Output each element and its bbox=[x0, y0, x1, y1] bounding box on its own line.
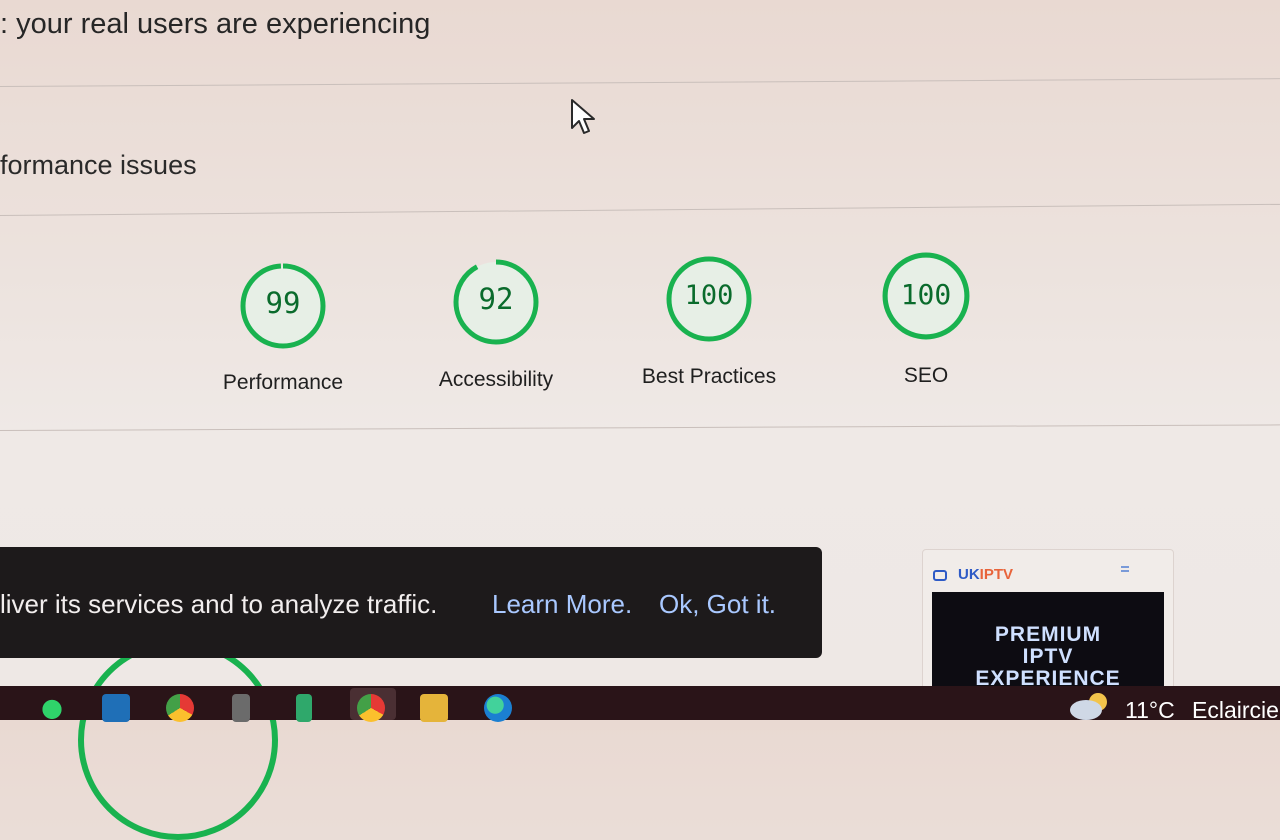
chrome-icon[interactable] bbox=[166, 694, 194, 722]
gauge-performance[interactable]: 99 Performance bbox=[223, 262, 343, 394]
ad-line: PREMIUM bbox=[994, 623, 1102, 646]
cookie-consent-banner: liver its services and to analyze traffi… bbox=[0, 547, 822, 658]
cookie-message: liver its services and to analyze traffi… bbox=[0, 589, 438, 619]
gauge-score: 100 bbox=[900, 278, 952, 311]
learn-more-link[interactable]: Learn More. bbox=[492, 589, 632, 620]
tv-icon bbox=[933, 570, 947, 581]
edge-icon[interactable] bbox=[484, 694, 512, 722]
gauge-score: 99 bbox=[265, 286, 301, 320]
chrome-icon-2[interactable] bbox=[357, 694, 385, 722]
gauge-label: SEO bbox=[903, 364, 949, 387]
linkedin-icon[interactable] bbox=[102, 694, 130, 722]
score-gauges: 99 Performance 92 Accessibility 100 Best… bbox=[0, 0, 1280, 430]
gauge-best-practices[interactable]: 100 Best Practices bbox=[642, 255, 776, 388]
gauge-label: Best Practices bbox=[641, 365, 777, 388]
gauge-score: 92 bbox=[478, 282, 514, 316]
menu-icon[interactable] bbox=[1121, 566, 1129, 576]
weather-cloud-icon[interactable] bbox=[1068, 692, 1112, 720]
ad-brand-uk: UK bbox=[958, 566, 980, 583]
whatsapp-icon[interactable] bbox=[38, 694, 66, 722]
large-score-gauge bbox=[78, 640, 278, 840]
app-icon-2[interactable] bbox=[296, 694, 312, 722]
gauge-score: 100 bbox=[684, 280, 734, 311]
gauge-label: Accessibility bbox=[438, 368, 554, 391]
lighthouse-report-page: : your real users are experiencing forma… bbox=[0, 0, 1280, 840]
ad-text: PREMIUM IPTV EXPERIENCE bbox=[932, 624, 1164, 690]
ok-got-it-button[interactable]: Ok, Got it. bbox=[659, 589, 776, 620]
ad-brand-iptv: IPTV bbox=[979, 566, 1014, 583]
gauge-seo[interactable]: 100 SEO bbox=[881, 251, 971, 387]
ad-line: IPTV bbox=[1022, 645, 1074, 668]
ad-card[interactable]: UKIPTV PREMIUM IPTV EXPERIENCE bbox=[922, 549, 1174, 692]
ad-brand: UKIPTV bbox=[958, 566, 1013, 583]
gauge-label: Performance bbox=[222, 371, 344, 394]
gauge-accessibility[interactable]: 92 Accessibility bbox=[439, 258, 553, 391]
ad-banner-image[interactable]: PREMIUM IPTV EXPERIENCE bbox=[932, 592, 1164, 692]
file-explorer-icon[interactable] bbox=[420, 694, 448, 722]
app-icon[interactable] bbox=[232, 694, 250, 722]
